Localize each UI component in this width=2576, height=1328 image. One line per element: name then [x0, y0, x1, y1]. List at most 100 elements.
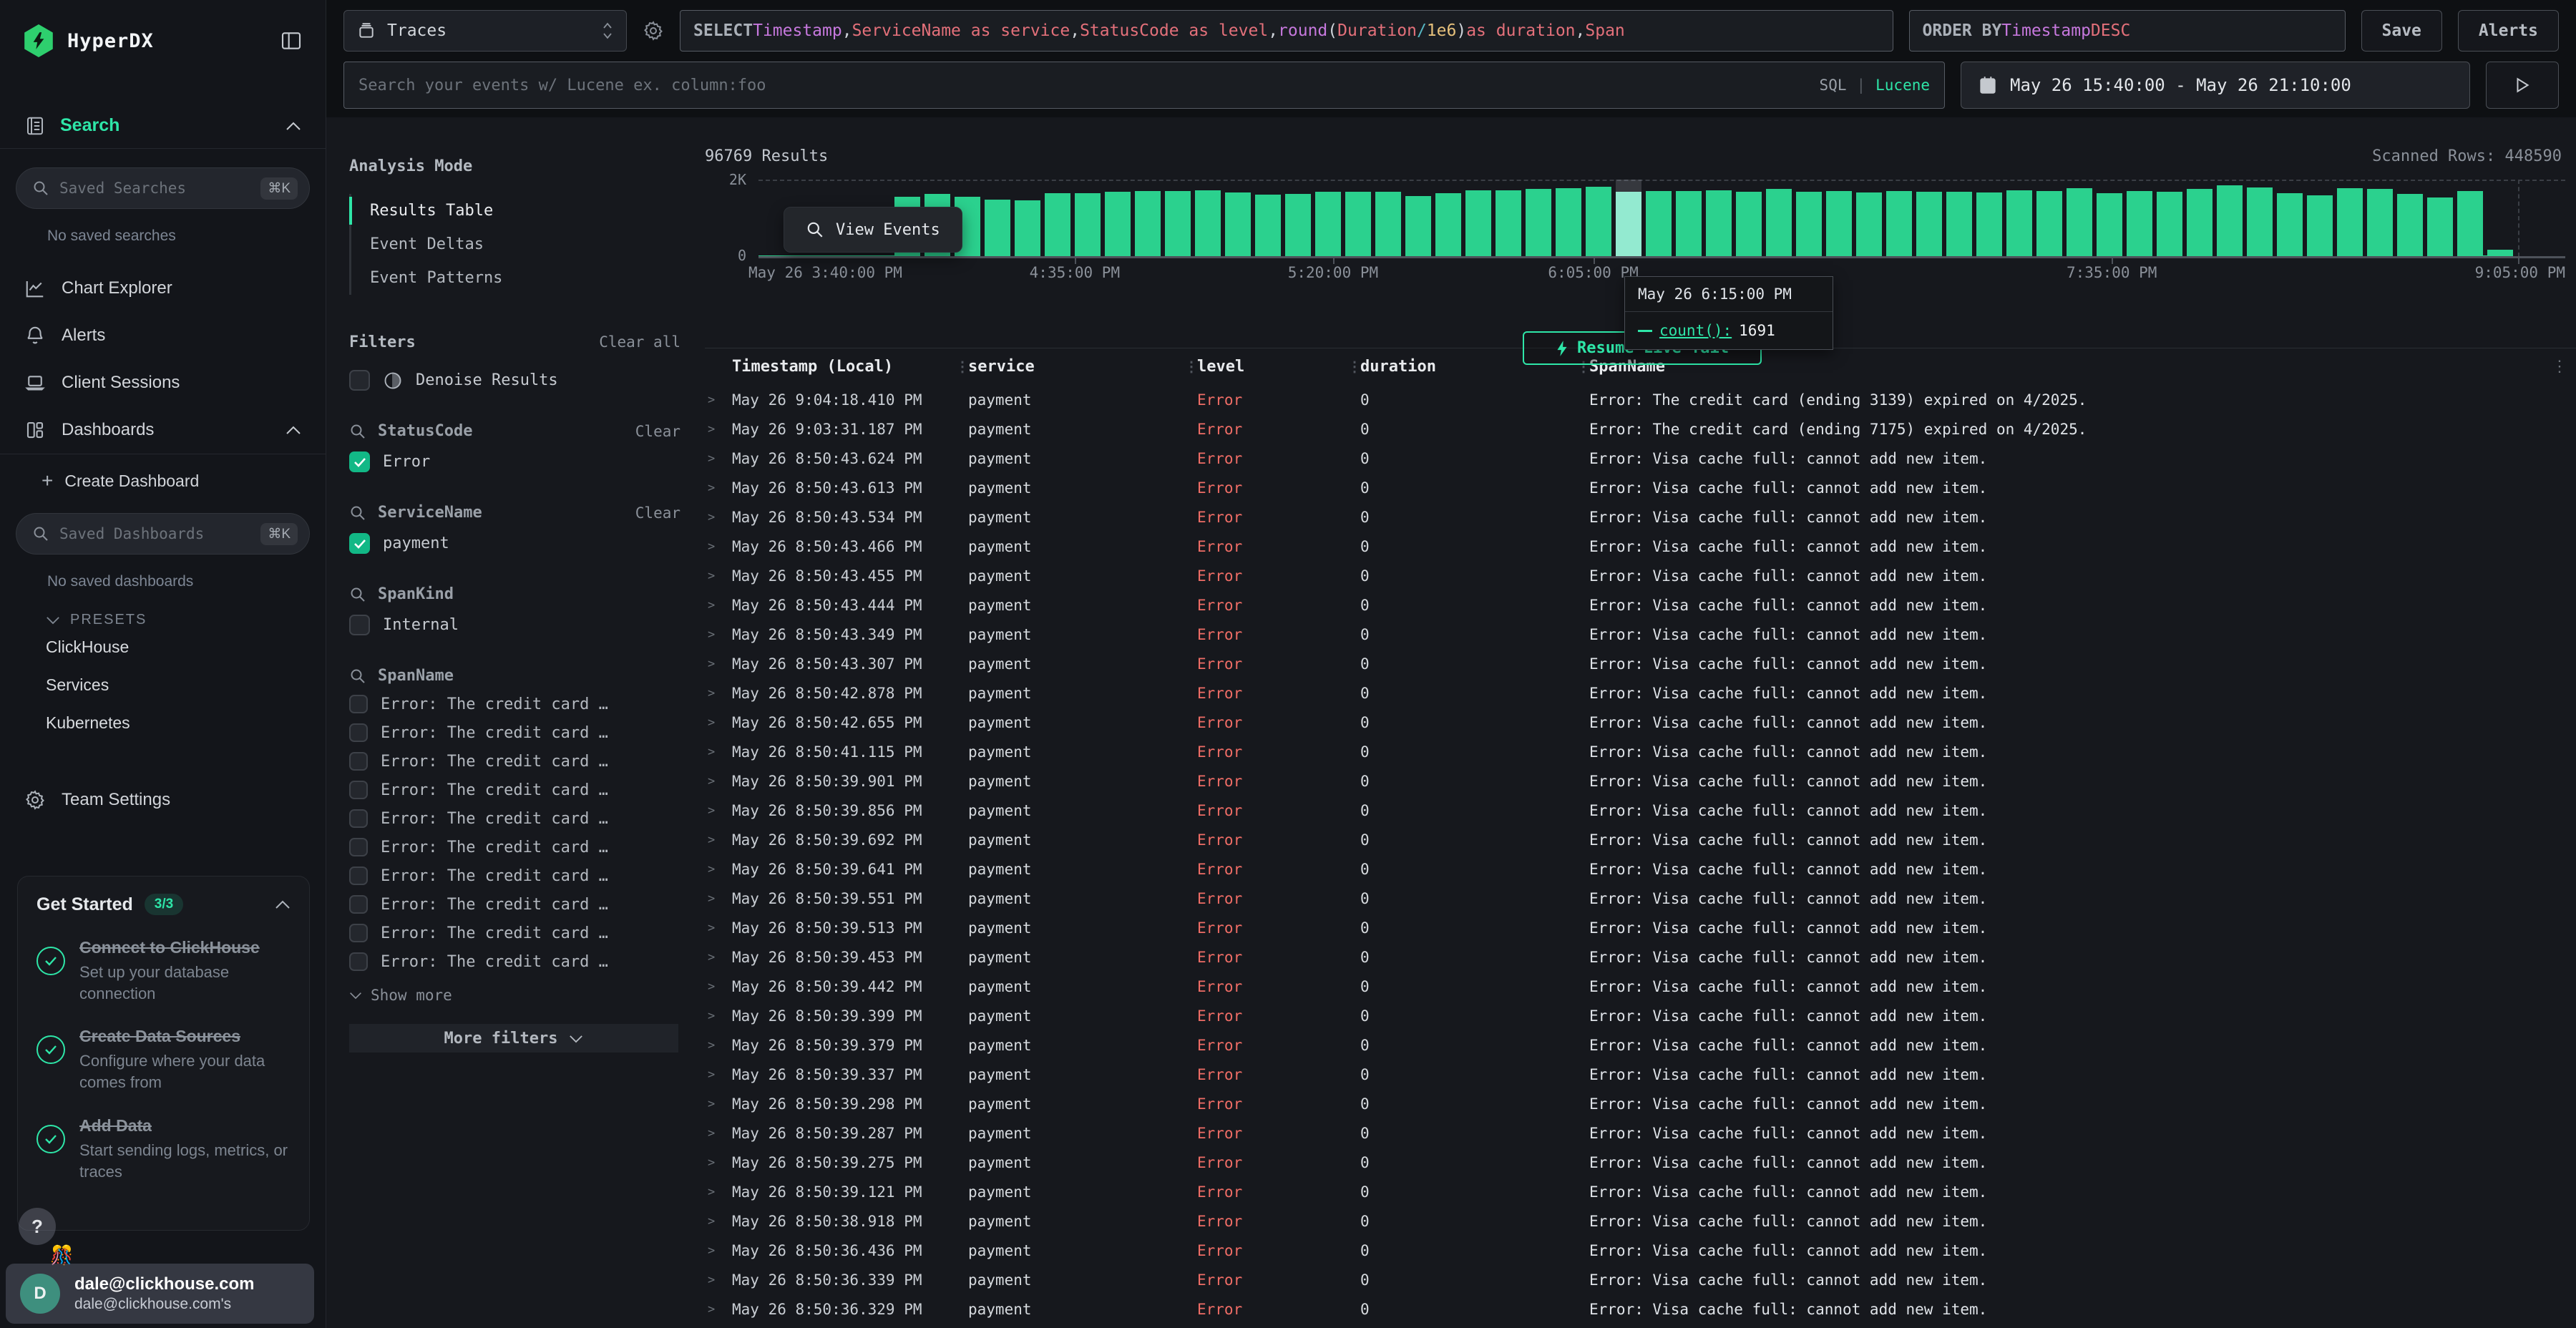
column-resize-handle[interactable]: ⋮ — [1347, 358, 1360, 375]
checkbox-unchecked[interactable] — [349, 895, 368, 914]
sidebar-item-alerts[interactable]: Alerts — [0, 312, 326, 359]
clear-servicename-button[interactable]: Clear — [635, 504, 680, 522]
histogram-bar[interactable] — [1225, 180, 1251, 257]
filter-option-spanname[interactable]: Error: The credit card … — [349, 838, 680, 856]
row-expand-chevron-icon[interactable]: > — [705, 1273, 721, 1287]
checkbox-unchecked[interactable] — [349, 695, 368, 713]
histogram-bar[interactable] — [2187, 180, 2212, 257]
histogram-bar[interactable] — [1285, 180, 1311, 257]
filter-option-payment[interactable]: payment — [349, 533, 680, 554]
column-resize-handle[interactable]: ⋮ — [955, 358, 968, 375]
histogram-bar[interactable] — [1195, 180, 1221, 257]
histogram-bar[interactable] — [1856, 180, 1882, 257]
search-icon[interactable] — [349, 423, 366, 440]
table-row[interactable]: > May 26 8:50:39.121 PM payment Error 0 … — [705, 1177, 2576, 1206]
saved-searches-input[interactable]: Saved Searches ⌘K — [16, 167, 310, 209]
search-icon[interactable] — [349, 668, 366, 685]
row-expand-chevron-icon[interactable]: > — [705, 980, 721, 994]
table-row[interactable]: > May 26 8:50:41.115 PM payment Error 0 … — [705, 737, 2576, 766]
row-expand-chevron-icon[interactable]: > — [705, 569, 721, 583]
filter-option-internal[interactable]: Internal — [349, 615, 680, 635]
table-row[interactable]: > May 26 8:50:39.901 PM payment Error 0 … — [705, 766, 2576, 796]
checkbox-unchecked[interactable] — [349, 866, 368, 885]
histogram-bar[interactable] — [2457, 180, 2483, 257]
histogram-bar[interactable] — [2337, 180, 2363, 257]
histogram-bar[interactable] — [1045, 180, 1070, 257]
row-expand-chevron-icon[interactable]: > — [705, 540, 721, 554]
row-expand-chevron-icon[interactable]: > — [705, 716, 721, 730]
row-expand-chevron-icon[interactable]: > — [705, 804, 721, 818]
help-button[interactable]: ? — [19, 1208, 56, 1245]
filter-option-spanname[interactable]: Error: The credit card … — [349, 695, 680, 713]
row-expand-chevron-icon[interactable]: > — [705, 657, 721, 671]
histogram-bar[interactable] — [1075, 180, 1101, 257]
checkbox-unchecked[interactable] — [349, 370, 370, 391]
checkbox-unchecked[interactable] — [349, 752, 368, 771]
table-row[interactable]: > May 26 8:50:43.466 PM payment Error 0 … — [705, 532, 2576, 561]
table-row[interactable]: > May 26 8:50:39.275 PM payment Error 0 … — [705, 1148, 2576, 1177]
row-expand-chevron-icon[interactable]: > — [705, 1185, 721, 1199]
histogram-bar[interactable] — [985, 180, 1010, 257]
histogram-bar[interactable] — [2427, 180, 2453, 257]
row-expand-chevron-icon[interactable]: > — [705, 921, 721, 935]
histogram-bar[interactable] — [1345, 180, 1371, 257]
table-row[interactable]: > May 26 8:50:39.641 PM payment Error 0 … — [705, 854, 2576, 884]
source-select[interactable]: Traces — [343, 10, 627, 52]
histogram-bar[interactable] — [1465, 180, 1491, 257]
table-row[interactable]: > May 26 8:50:42.655 PM payment Error 0 … — [705, 708, 2576, 737]
preset-kubernetes[interactable]: Kubernetes — [0, 704, 326, 742]
table-row[interactable]: > May 26 9:03:31.187 PM payment Error 0 … — [705, 414, 2576, 444]
checkbox-unchecked[interactable] — [349, 723, 368, 742]
filter-option-spanname[interactable]: Error: The credit card … — [349, 723, 680, 742]
checkbox-checked[interactable] — [349, 533, 370, 554]
histogram-bar[interactable] — [1135, 180, 1161, 257]
table-row[interactable]: > May 26 8:50:43.307 PM payment Error 0 … — [705, 649, 2576, 678]
row-expand-chevron-icon[interactable]: > — [705, 1126, 721, 1141]
table-row[interactable]: > May 26 8:50:43.455 PM payment Error 0 … — [705, 561, 2576, 590]
histogram-bar[interactable] — [2307, 180, 2333, 257]
histogram-bar[interactable] — [1736, 180, 1762, 257]
mode-event-deltas[interactable]: Event Deltas — [351, 228, 680, 261]
table-row[interactable]: > May 26 8:50:39.453 PM payment Error 0 … — [705, 942, 2576, 972]
row-expand-chevron-icon[interactable]: > — [705, 833, 721, 847]
checkbox-checked[interactable] — [349, 451, 370, 472]
search-icon[interactable] — [349, 504, 366, 522]
checkbox-unchecked[interactable] — [349, 615, 370, 635]
histogram-bar[interactable] — [2277, 180, 2303, 257]
table-row[interactable]: > May 26 8:50:43.534 PM payment Error 0 … — [705, 502, 2576, 532]
col-timestamp[interactable]: Timestamp (Local) — [721, 348, 957, 385]
table-row[interactable]: > May 26 8:50:39.442 PM payment Error 0 … — [705, 972, 2576, 1001]
histogram-bar[interactable] — [2367, 180, 2393, 257]
histogram-bar[interactable] — [1165, 180, 1191, 257]
row-expand-chevron-icon[interactable]: > — [705, 422, 721, 436]
event-search-input[interactable]: Search your events w/ Lucene ex. column:… — [343, 62, 1945, 109]
checkbox-unchecked[interactable] — [349, 952, 368, 971]
table-row[interactable]: > May 26 8:50:39.399 PM payment Error 0 … — [705, 1001, 2576, 1030]
filter-option-spanname[interactable]: Error: The credit card … — [349, 952, 680, 971]
presets-toggle[interactable]: PRESETS — [0, 590, 326, 628]
checkbox-unchecked[interactable] — [349, 924, 368, 942]
histogram-bar[interactable] — [2397, 180, 2423, 257]
histogram-bar[interactable] — [2127, 180, 2152, 257]
sidebar-item-search[interactable]: Search — [0, 103, 326, 149]
histogram-bar[interactable] — [1976, 180, 2002, 257]
get-started-step[interactable]: Create Data Sources Configure where your… — [36, 1025, 291, 1093]
histogram-bar[interactable] — [1946, 180, 1972, 257]
table-row[interactable]: > May 26 8:50:36.329 PM payment Error 0 … — [705, 1294, 2576, 1324]
sidebar-item-client-sessions[interactable]: Client Sessions — [0, 359, 326, 406]
histogram-bar[interactable] — [1105, 180, 1131, 257]
row-expand-chevron-icon[interactable]: > — [705, 1068, 721, 1082]
preset-services[interactable]: Services — [0, 666, 326, 704]
alerts-button[interactable]: Alerts — [2458, 10, 2559, 52]
filter-option-spanname[interactable]: Error: The credit card … — [349, 895, 680, 914]
histogram-bar[interactable] — [1375, 180, 1401, 257]
row-expand-chevron-icon[interactable]: > — [705, 628, 721, 642]
table-row[interactable]: > May 26 8:50:43.444 PM payment Error 0 … — [705, 590, 2576, 620]
user-menu[interactable]: D dale@clickhouse.com dale@clickhouse.co… — [6, 1264, 314, 1324]
run-query-button[interactable] — [2486, 62, 2559, 109]
histogram-bar[interactable] — [1616, 180, 1641, 257]
preset-clickhouse[interactable]: ClickHouse — [0, 628, 326, 666]
row-expand-chevron-icon[interactable]: > — [705, 950, 721, 965]
table-row[interactable]: > May 26 8:50:42.878 PM payment Error 0 … — [705, 678, 2576, 708]
histogram-bar[interactable] — [1886, 180, 1912, 257]
